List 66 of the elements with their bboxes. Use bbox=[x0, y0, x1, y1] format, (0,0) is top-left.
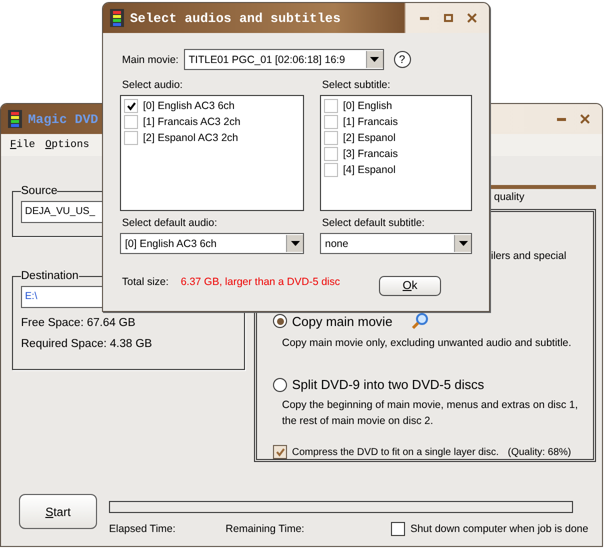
checkbox[interactable] bbox=[273, 445, 287, 459]
list-item[interactable]: [2] Espanol AC3 2ch bbox=[143, 132, 238, 144]
checkbox[interactable] bbox=[124, 131, 138, 145]
list-item[interactable]: [4] Espanol bbox=[343, 164, 396, 176]
main-movie-label: Main movie: bbox=[122, 54, 179, 66]
list-label: Select audio: bbox=[122, 79, 184, 91]
list-item[interactable]: [2] Espanol bbox=[343, 132, 396, 144]
option-description: ilers and special bbox=[491, 250, 568, 262]
film-icon bbox=[110, 9, 124, 27]
tab[interactable]: quality bbox=[494, 189, 524, 203]
help-button[interactable]: ? bbox=[394, 51, 411, 68]
close-icon bbox=[580, 114, 590, 124]
window-title: Select audios and subtitles bbox=[130, 10, 341, 26]
close-icon bbox=[467, 13, 477, 23]
checkbox[interactable] bbox=[324, 115, 338, 129]
option-description: Copy the beginning of main movie, menus and extras on disc 1, the rest of main movie on disc 2. bbox=[281, 398, 579, 429]
checkbox[interactable] bbox=[324, 131, 338, 145]
checkbox[interactable] bbox=[324, 99, 338, 113]
maximize-icon bbox=[444, 14, 452, 22]
checkbox[interactable] bbox=[124, 99, 138, 113]
checkbox[interactable] bbox=[324, 147, 338, 161]
checkbox-label[interactable]: Shut down computer when job is done bbox=[410, 523, 588, 535]
menu-item[interactable]: Options bbox=[45, 139, 90, 151]
window-title: Magic DVD bbox=[28, 112, 98, 126]
checkbox-label[interactable]: Compress the DVD to fit on a single layer disc. bbox=[292, 446, 499, 458]
minimize-icon bbox=[556, 118, 566, 120]
default-audio-dropdown[interactable]: [0] English AC3 6ch bbox=[120, 233, 304, 254]
list-item[interactable]: [3] Francais bbox=[343, 148, 398, 160]
maximize-button[interactable] bbox=[441, 11, 455, 25]
start-button[interactable]: Start bbox=[19, 494, 97, 529]
radio-button[interactable] bbox=[273, 378, 287, 392]
quality-text: (Quality: 68%) bbox=[508, 446, 572, 458]
list-item[interactable]: [0] English bbox=[343, 100, 392, 112]
radio-label[interactable]: Split DVD-9 into two DVD-5 discs bbox=[292, 377, 484, 392]
group-label: Source bbox=[21, 185, 58, 197]
magnifier-icon[interactable] bbox=[411, 312, 430, 330]
main-movie-dropdown[interactable]: TITLE01 PGC_01 [02:06:18] 16:9 bbox=[184, 49, 384, 70]
radio-label[interactable]: Copy main movie bbox=[292, 314, 392, 328]
default-subtitle-dropdown[interactable]: none bbox=[320, 233, 472, 254]
combo-label: Select default audio: bbox=[122, 217, 218, 229]
dropdown-arrow-icon bbox=[290, 241, 300, 246]
remaining-time-label: Remaining Time: bbox=[226, 523, 304, 535]
list-item[interactable]: [1] Francais bbox=[343, 116, 398, 128]
free-space-text: Free Space: 67.64 GB bbox=[21, 317, 136, 329]
close-button[interactable] bbox=[578, 112, 592, 126]
dropdown-arrow-icon bbox=[458, 241, 468, 246]
dropdown-arrow-icon bbox=[370, 57, 380, 62]
option-description: Copy main movie only, excluding unwanted audio and subtitle. bbox=[281, 336, 572, 351]
ok-button[interactable]: Ok bbox=[379, 276, 441, 296]
group-label: Destination bbox=[21, 270, 79, 282]
minimize-icon bbox=[420, 16, 428, 20]
film-icon bbox=[8, 110, 22, 128]
checkbox[interactable] bbox=[391, 522, 406, 536]
list-label: Select subtitle: bbox=[322, 79, 392, 91]
checkbox[interactable] bbox=[124, 115, 138, 129]
checkbox[interactable] bbox=[324, 163, 338, 177]
combo-label: Select default subtitle: bbox=[322, 217, 426, 229]
total-size-label: Total size: bbox=[122, 276, 169, 288]
required-space-text: Required Space: 4.38 GB bbox=[21, 338, 154, 350]
total-size-value: 6.37 GB, larger than a DVD-5 disc bbox=[180, 276, 340, 288]
menu-item[interactable]: File bbox=[10, 139, 36, 151]
elapsed-time-label: Elapsed Time: bbox=[109, 523, 176, 535]
list-item[interactable]: [1] Francais AC3 2ch bbox=[143, 116, 240, 128]
list-item[interactable]: [0] English AC3 6ch bbox=[143, 100, 235, 112]
close-button[interactable] bbox=[465, 11, 479, 25]
radio-button[interactable] bbox=[273, 314, 287, 328]
